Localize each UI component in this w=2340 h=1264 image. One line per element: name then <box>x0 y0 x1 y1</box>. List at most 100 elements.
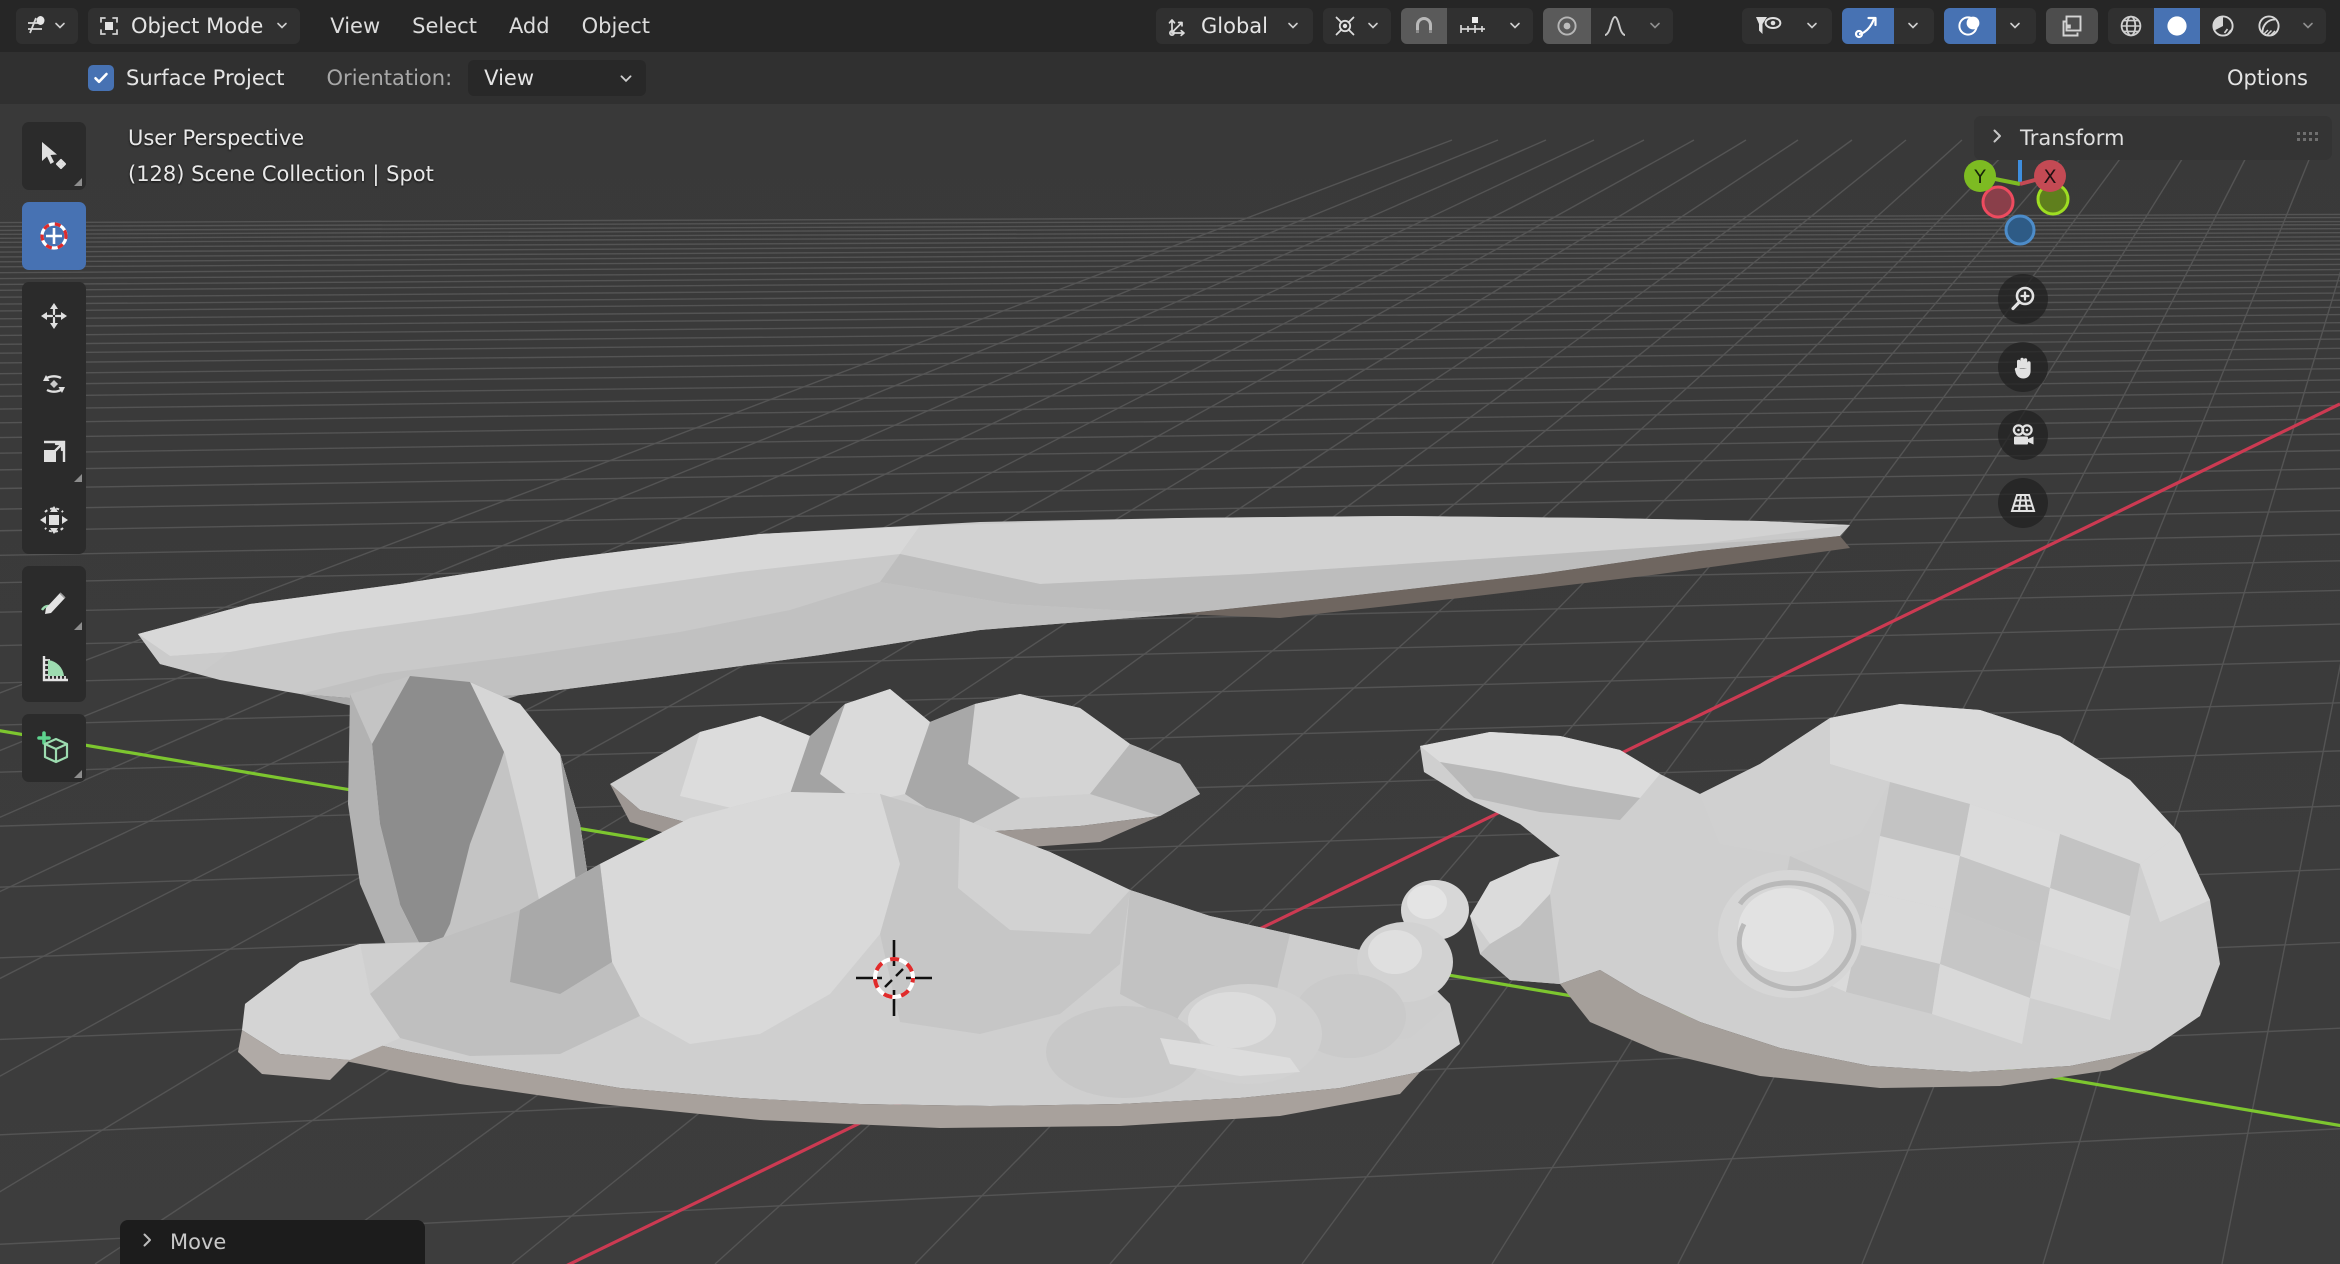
toolbar-group-add <box>22 714 86 782</box>
viewport-info-collection: (128) Scene Collection | Spot <box>128 162 434 186</box>
chevron-down-icon <box>1366 18 1382 34</box>
gizmo-chevron[interactable] <box>1894 8 1934 44</box>
proportional-editing-icon <box>1554 13 1580 39</box>
annotate-tool-icon <box>34 580 74 620</box>
transform-orientation-dropdown[interactable]: Global <box>1156 8 1314 44</box>
snapping-group <box>1401 8 1534 44</box>
pivot-point-dropdown[interactable] <box>1323 8 1392 44</box>
chevron-down-icon <box>2008 18 2024 34</box>
menu-select-label: Select <box>412 14 477 38</box>
shading-material-preview-icon <box>2210 13 2236 39</box>
tool-expand-corner-icon <box>74 474 82 482</box>
grip-handle-icon[interactable] <box>2297 132 2318 144</box>
tool-expand-corner-icon <box>74 622 82 630</box>
proportional-options-chevron[interactable] <box>1639 8 1674 44</box>
show-overlays-toggle[interactable] <box>1944 8 1996 44</box>
surface-project-label: Surface Project <box>126 66 285 90</box>
move-tool-icon <box>34 296 74 336</box>
menu-object-label: Object <box>581 14 651 38</box>
chevron-down-icon <box>1805 18 1821 34</box>
tool-transform[interactable] <box>22 486 86 554</box>
transform-orientation-label: Global <box>1201 14 1269 38</box>
operator-name-label: Move <box>170 1230 227 1254</box>
shading-wireframe-icon <box>2118 13 2144 39</box>
scale-tool-icon <box>34 432 74 472</box>
orientation-axes-icon <box>1165 14 1189 38</box>
chevron-right-icon <box>1988 127 2006 149</box>
add-cube-tool-icon <box>34 728 74 768</box>
shading-chevron[interactable] <box>2292 8 2326 44</box>
chevron-down-icon <box>53 18 69 34</box>
orientation-dropdown[interactable]: View <box>468 60 647 96</box>
menu-add-label: Add <box>508 14 550 38</box>
operator-redo-panel[interactable]: Move <box>120 1220 425 1264</box>
overlays-icon <box>1957 13 1983 39</box>
transform-tool-icon <box>34 500 74 540</box>
orientation-value: View <box>484 66 535 90</box>
blender-window: Object Mode View Select Add Object Globa… <box>0 0 2340 1264</box>
overlays-group <box>1944 8 2036 44</box>
toolbar <box>22 122 86 794</box>
shading-rendered-icon <box>2256 13 2282 39</box>
viewport-header: Object Mode View Select Add Object Globa… <box>0 0 2340 52</box>
panel-transform-header[interactable]: Transform <box>1974 116 2332 160</box>
menu-view[interactable]: View <box>314 8 396 44</box>
proportional-editing-toggle[interactable] <box>1543 8 1592 44</box>
menu-select[interactable]: Select <box>396 8 493 44</box>
orientation-label: Orientation: <box>326 66 453 90</box>
tool-cursor[interactable] <box>22 202 86 270</box>
interaction-mode-label: Object Mode <box>131 14 264 38</box>
shading-solid-icon <box>2164 13 2190 39</box>
object-types-visibility-icon <box>1754 14 1782 38</box>
tool-move[interactable] <box>22 282 86 350</box>
tool-scale[interactable] <box>22 418 86 486</box>
rotate-tool-icon <box>34 364 74 404</box>
chevron-down-icon <box>1286 18 1302 34</box>
object-mode-icon <box>97 14 121 38</box>
measure-tool-icon <box>34 648 74 688</box>
show-gizmo-toggle[interactable] <box>1842 8 1894 44</box>
snap-options-chevron[interactable] <box>1499 8 1534 44</box>
gizmo-icon <box>1854 13 1882 39</box>
interaction-mode-selector[interactable]: Object Mode <box>88 8 301 44</box>
toggle-xray-button[interactable] <box>2046 8 2098 44</box>
sidebar-n-panel: Transform <box>1960 104 2340 1264</box>
shading-mode-group <box>2108 8 2326 44</box>
tool-add-cube[interactable] <box>22 714 86 782</box>
tool-tweak[interactable] <box>22 122 86 190</box>
editor-type-button[interactable] <box>16 8 78 44</box>
options-label: Options <box>2226 66 2308 90</box>
shading-solid[interactable] <box>2154 8 2200 44</box>
tool-annotate[interactable] <box>22 566 86 634</box>
shading-wireframe[interactable] <box>2108 8 2154 44</box>
falloff-smooth-icon <box>1602 14 1628 38</box>
toolbar-group-select <box>22 122 86 190</box>
menu-add[interactable]: Add <box>493 8 566 44</box>
surface-project-checkbox[interactable]: Surface Project <box>88 65 285 91</box>
object-visibility-chevron[interactable] <box>1794 8 1832 44</box>
chevron-down-icon <box>618 70 634 86</box>
overlays-chevron[interactable] <box>1996 8 2036 44</box>
3d-viewport[interactable]: User Perspective (128) Scene Collection … <box>0 104 2340 1264</box>
proportional-falloff-dropdown[interactable] <box>1591 8 1640 44</box>
toolbar-group-cursor <box>22 202 86 270</box>
magnet-icon <box>1411 13 1437 39</box>
chevron-down-icon <box>2301 18 2317 34</box>
tool-measure[interactable] <box>22 634 86 702</box>
tool-settings-bar: Surface Project Orientation: View Option… <box>0 52 2340 104</box>
menu-view-label: View <box>330 14 381 38</box>
snap-to-dropdown[interactable] <box>1447 8 1500 44</box>
shading-rendered[interactable] <box>2246 8 2292 44</box>
gizmo-group <box>1842 8 1934 44</box>
snap-magnet-toggle[interactable] <box>1401 8 1448 44</box>
chevron-down-icon <box>275 18 291 34</box>
tool-expand-corner-icon <box>74 178 82 186</box>
chevron-down-icon <box>1508 18 1524 34</box>
menu-object[interactable]: Object <box>566 8 666 44</box>
tool-rotate[interactable] <box>22 350 86 418</box>
shading-material-preview[interactable] <box>2200 8 2246 44</box>
proportional-editing-group <box>1543 8 1674 44</box>
options-button[interactable]: Options <box>2210 60 2324 96</box>
editor-type-3d-viewport-icon <box>25 14 49 38</box>
object-types-visibility-button[interactable] <box>1742 8 1794 44</box>
